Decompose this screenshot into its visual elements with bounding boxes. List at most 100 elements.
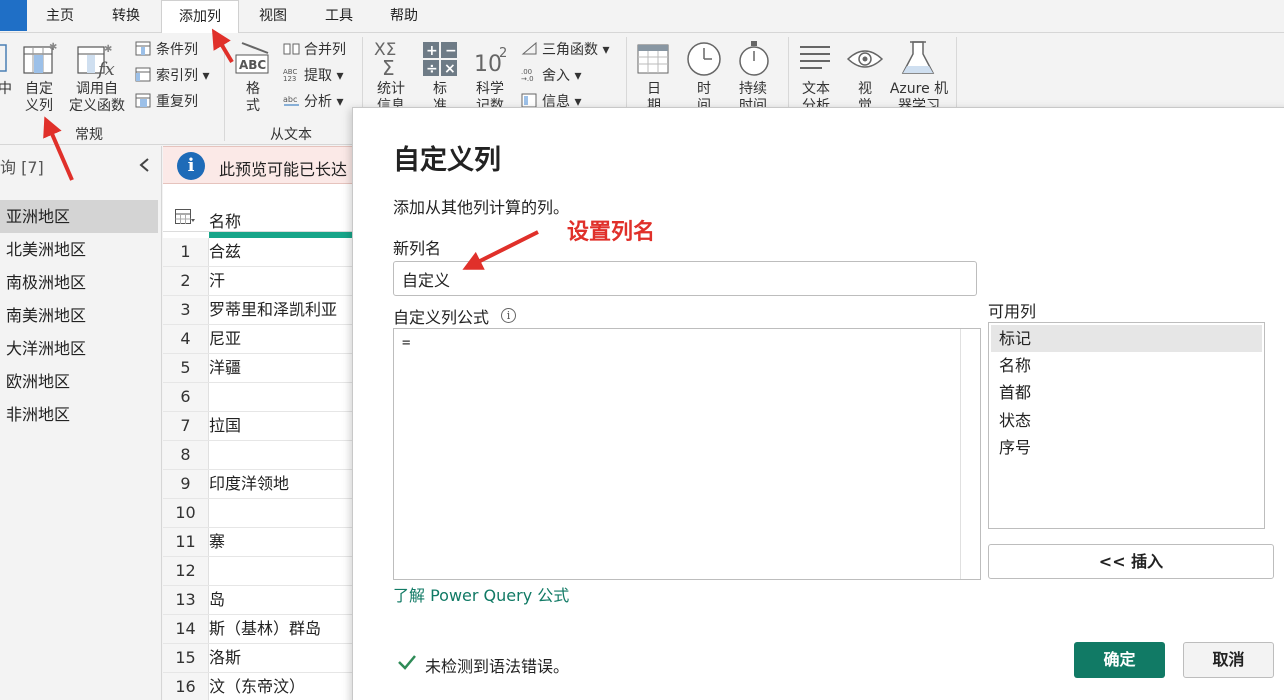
ribbon-separator — [224, 37, 225, 141]
tab-view[interactable]: 视图 — [245, 0, 301, 33]
query-item[interactable]: 南美洲地区 — [0, 299, 158, 332]
formula-editor[interactable]: = — [393, 328, 981, 580]
available-column-item[interactable]: 标记 — [991, 325, 1262, 352]
table-row[interactable]: 5 洋疆 — [163, 354, 363, 383]
table-row[interactable]: 2汗 — [163, 267, 363, 296]
ribbon-tabs: 主页 转换 添加列 视图 工具 帮助 — [0, 0, 1284, 34]
conditional-column-button[interactable]: 条件列 — [135, 39, 198, 59]
cancel-button[interactable]: 取消 — [1183, 642, 1274, 678]
file-tab[interactable] — [0, 0, 27, 31]
table-row[interactable]: 12 — [163, 557, 363, 586]
svg-text:ABC: ABC — [239, 58, 266, 72]
flask-icon — [901, 41, 935, 74]
rounding-icon: .00→.0 — [521, 68, 534, 82]
parse-button[interactable]: abc 分析 ▾ — [283, 91, 343, 111]
formula-scrollbar[interactable] — [960, 329, 980, 579]
table-row[interactable]: 11 寨 — [163, 528, 363, 557]
table-cell[interactable]: 尼亚 — [209, 325, 241, 353]
table-row[interactable]: 7 拉国 — [163, 412, 363, 441]
svg-text:×: × — [444, 61, 456, 77]
table-row[interactable]: 13 岛 — [163, 586, 363, 615]
invoke-function-button[interactable]: 调用自 定义函数 — [66, 81, 128, 115]
table-cell[interactable]: 拉国 — [209, 412, 241, 440]
queries-panel: 询 [7] 亚洲地区 北美洲地区 南极洲地区 南美洲地区 大洋洲地区 欧洲地区 … — [0, 146, 162, 700]
table-row[interactable]: 8 — [163, 441, 363, 470]
table-cell[interactable]: 罗蒂里和泽凯利亚 — [209, 296, 337, 324]
new-column-name-input[interactable] — [393, 261, 977, 296]
clock-icon — [687, 42, 721, 76]
table-row[interactable]: 3 罗蒂里和泽凯利亚 — [163, 296, 363, 325]
tab-help[interactable]: 帮助 — [376, 0, 432, 33]
info-icon[interactable]: i — [501, 308, 516, 323]
scientific-icon: 102 — [474, 46, 507, 77]
table-row[interactable]: 16 汶（东帝汶） — [163, 673, 363, 700]
new-column-name-label: 新列名 — [393, 239, 442, 258]
row-number: 16 — [163, 673, 209, 700]
chevron-left-icon[interactable] — [138, 158, 152, 172]
query-item[interactable]: 欧洲地区 — [0, 365, 158, 398]
table-row[interactable]: 4 尼亚 — [163, 325, 363, 354]
tab-add-column[interactable]: 添加列 — [161, 0, 239, 34]
row-number: 10 — [163, 499, 209, 527]
table-cell[interactable]: 岛 — [209, 586, 225, 614]
table-icon[interactable] — [175, 209, 195, 225]
table-row[interactable]: 10 — [163, 499, 363, 528]
table-row[interactable]: 9 印度洋领地 — [163, 470, 363, 499]
available-columns-label: 可用列 — [988, 302, 1037, 321]
dialog-title: 自定义列 — [393, 145, 501, 176]
trigonometry-button[interactable]: 三角函数 ▾ — [521, 39, 609, 59]
parse-icon: abc — [283, 95, 299, 106]
ok-button[interactable]: 确定 — [1074, 642, 1165, 678]
table-cell[interactable]: 印度洋领地 — [209, 470, 289, 498]
calendar-icon — [637, 44, 669, 74]
available-column-item[interactable]: 首都 — [991, 379, 1262, 406]
column-header[interactable]: 名称 — [163, 202, 363, 232]
query-item[interactable]: 亚洲地区 — [0, 200, 158, 233]
row-number: 14 — [163, 615, 209, 643]
row-number: 15 — [163, 644, 209, 672]
extract-button[interactable]: ABC 123 提取 ▾ — [283, 65, 343, 85]
row-number: 6 — [163, 383, 209, 411]
available-column-item[interactable]: 状态 — [991, 407, 1262, 434]
info-bar: i 此预览可能已长达 — [163, 146, 363, 184]
format-button[interactable]: 格 式 — [240, 81, 266, 115]
query-item[interactable]: 北美洲地区 — [0, 233, 158, 266]
rounding-button[interactable]: .00 →.0 舍入 ▾ — [521, 65, 581, 85]
table-cell[interactable]: 斯（基林）群岛 — [209, 615, 321, 643]
table-cell[interactable]: 合兹 — [209, 238, 241, 266]
extract-icon: ABC123 — [283, 68, 297, 82]
merge-columns-label: 合并列 — [304, 42, 346, 58]
available-column-item[interactable]: 序号 — [991, 434, 1262, 461]
tab-transform[interactable]: 转换 — [98, 0, 154, 33]
learn-power-query-link[interactable]: 了解 Power Query 公式 — [393, 582, 569, 606]
table-row[interactable]: 14 斯（基林）群岛 — [163, 615, 363, 644]
index-column-button[interactable]: 索引列 ▾ — [135, 65, 209, 85]
tab-home[interactable]: 主页 — [32, 0, 88, 33]
svg-text:÷: ÷ — [426, 61, 438, 77]
row-number: 4 — [163, 325, 209, 353]
insert-button[interactable]: << 插入 — [988, 544, 1274, 579]
table-cell[interactable]: 洋疆 — [209, 354, 241, 382]
table-row[interactable]: 6 — [163, 383, 363, 412]
available-column-item[interactable]: 名称 — [991, 352, 1262, 379]
table-row[interactable]: 15 洛斯 — [163, 644, 363, 673]
query-item[interactable]: 非洲地区 — [0, 398, 158, 431]
table-row[interactable]: 1 合兹 — [163, 238, 363, 267]
duplicate-column-button[interactable]: 重复列 — [135, 91, 198, 111]
available-columns-list[interactable]: 标记 名称 首都 状态 序号 — [988, 322, 1265, 529]
table-cell[interactable]: 寨 — [209, 528, 225, 556]
query-item[interactable]: 大洋洲地区 — [0, 332, 158, 365]
svg-text:10: 10 — [474, 52, 502, 77]
table-cell[interactable]: 汗 — [209, 267, 225, 295]
queries-header: 询 [7] — [0, 158, 44, 177]
merge-columns-button[interactable]: 合并列 — [283, 39, 346, 59]
query-item[interactable]: 南极洲地区 — [0, 266, 158, 299]
tab-tools[interactable]: 工具 — [311, 0, 367, 33]
table-cell[interactable]: 洛斯 — [209, 644, 241, 672]
row-number: 5 — [163, 354, 209, 382]
svg-text:→.0: →.0 — [521, 75, 534, 82]
info-icon: i — [177, 152, 205, 180]
custom-column-button[interactable]: 自定 义列 — [20, 81, 58, 115]
table-cell[interactable]: 汶（东帝汶） — [209, 673, 305, 700]
svg-text:✱: ✱ — [104, 44, 112, 55]
